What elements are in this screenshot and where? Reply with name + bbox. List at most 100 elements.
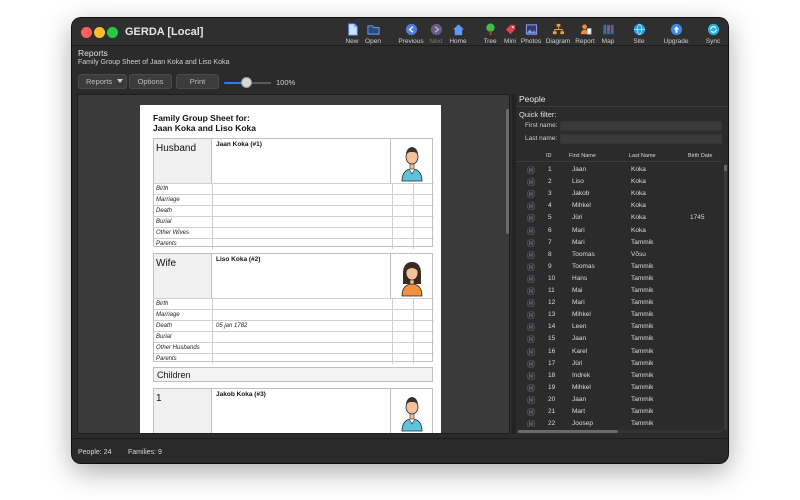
zoom-value: 100%	[276, 78, 296, 87]
report-toolbar: Reports Options Print 100%	[72, 72, 512, 92]
table-row[interactable]: Ⓜ 19 Mihkel Tammik	[516, 382, 722, 394]
gender-icon: Ⓜ	[527, 274, 535, 284]
table-row[interactable]: Ⓜ 1 Jaan Koka	[516, 164, 722, 176]
zoom-window-button[interactable]	[107, 27, 118, 38]
status-bar: People: 24 Families: 9	[72, 438, 728, 463]
last-name-filter-input[interactable]	[560, 134, 722, 144]
reports-dropdown[interactable]: Reports	[78, 74, 127, 89]
map-icon	[602, 24, 614, 35]
cell-last-name: Koka	[631, 178, 646, 186]
gender-icon: Ⓜ	[527, 347, 535, 357]
column-header-birth-date[interactable]: Birth Date	[688, 153, 712, 159]
table-row[interactable]: Ⓜ 17 Jüri Tammik	[516, 358, 722, 370]
column-header-id[interactable]: ID	[546, 153, 552, 159]
gender-icon: Ⓜ	[527, 178, 535, 188]
table-row[interactable]: Ⓜ 15 Jaan Tammik	[516, 333, 722, 345]
cell-last-name: Tammik	[631, 287, 654, 294]
sheet-title: Family Group Sheet for: Jaan Koka and Li…	[153, 113, 256, 133]
people-table-hscroll[interactable]	[516, 430, 722, 433]
report-scrollbar[interactable]	[506, 109, 509, 234]
event-label: Burial	[156, 219, 172, 225]
people-table-vscroll[interactable]	[724, 165, 727, 430]
gender-icon: Ⓜ	[527, 335, 535, 345]
print-button[interactable]: Print	[176, 74, 219, 89]
cell-id: 19	[548, 383, 556, 391]
table-row[interactable]: Ⓜ 10 Hans Tammik	[516, 273, 722, 285]
toolbar-home-button[interactable]: Home	[440, 23, 476, 45]
report-preview-pane[interactable]: Family Group Sheet for: Jaan Koka and Li…	[77, 94, 510, 434]
toolbar-sync-button[interactable]: Sync	[695, 23, 728, 45]
table-row[interactable]: Ⓜ 5 Jüri Koka 1745	[516, 212, 722, 224]
gender-icon: Ⓜ	[527, 311, 535, 321]
zoom-slider-knob[interactable]	[241, 77, 252, 88]
table-row[interactable]: Ⓜ 6 Mari Koka	[516, 225, 722, 237]
cell-id: 20	[548, 395, 556, 403]
table-row[interactable]: Ⓜ 4 Mihkel Koka	[516, 200, 722, 212]
column-header-last-name[interactable]: Last Name	[629, 153, 656, 159]
event-label: Marriage	[156, 312, 180, 318]
page-title: Reports	[78, 48, 108, 58]
gender-icon: Ⓜ	[527, 226, 535, 236]
table-row[interactable]: Ⓜ 16 Karel Tammik	[516, 346, 722, 358]
table-row[interactable]: Ⓜ 13 Mihkel Tammik	[516, 309, 722, 321]
hscroll-knob[interactable]	[518, 430, 618, 433]
cell-id: 18	[548, 371, 556, 379]
event-value: 05 jan 1782	[216, 323, 248, 329]
first-name-filter-input[interactable]	[560, 121, 722, 131]
toolbar-home-label: Home	[449, 38, 467, 45]
husband-avatar	[390, 139, 432, 183]
gender-icon: Ⓜ	[527, 420, 535, 427]
table-row[interactable]: Ⓜ 7 Mari Tammik	[516, 237, 722, 249]
table-row[interactable]: Ⓜ 18 Indrek Tammik	[516, 370, 722, 382]
cell-id: 17	[548, 359, 556, 367]
table-row[interactable]: Ⓜ 22 Joosep Tammik	[516, 418, 722, 427]
cell-last-name: Koka	[631, 202, 646, 210]
table-row[interactable]: Ⓜ 11 Mai Tammik	[516, 285, 722, 297]
child-section: 1 Jakob Koka (#3)	[153, 388, 433, 433]
cell-last-name: Tammik	[631, 371, 654, 379]
cell-id: 13	[548, 311, 556, 319]
chevron-down-icon	[117, 79, 123, 83]
table-row[interactable]: Ⓜ 3 Jakob Koka	[516, 188, 722, 200]
event-label: Death	[156, 208, 173, 214]
toolbar-open-button[interactable]: Open	[355, 23, 391, 45]
table-row[interactable]: Ⓜ 20 Jaan Tammik	[516, 394, 722, 406]
cell-first-name: Hans	[572, 274, 588, 282]
event-label: Birth	[156, 301, 169, 307]
child-number-cell: 1	[154, 389, 212, 433]
toolbar-upgrade-button[interactable]: Upgrade	[658, 23, 694, 45]
wife-other-husbands-row: Other Husbands	[154, 342, 434, 353]
cell-last-name: Tammik	[631, 420, 654, 427]
gender-icon: Ⓜ	[527, 166, 535, 175]
table-row[interactable]: Ⓜ 2 Liso Koka	[516, 176, 722, 188]
cell-last-name: Tammik	[631, 274, 654, 282]
toolbar-site-label: Site	[633, 38, 645, 45]
table-row[interactable]: Ⓜ 9 Toomas Tammik	[516, 261, 722, 273]
cell-last-name: Tammik	[631, 299, 654, 307]
male-avatar-icon	[401, 147, 423, 182]
minimize-window-button[interactable]	[94, 27, 105, 38]
cell-first-name: Jüri	[572, 359, 583, 367]
options-button[interactable]: Options	[129, 74, 172, 89]
table-row[interactable]: Ⓜ 21 Mart Tammik	[516, 406, 722, 418]
gender-icon: Ⓜ	[527, 371, 535, 381]
wife-avatar	[390, 254, 432, 298]
toolbar-site-button[interactable]: Site	[621, 23, 657, 45]
wife-name: Liso Koka (#2)	[216, 256, 261, 263]
cell-last-name: Tammik	[631, 262, 654, 270]
vscroll-knob[interactable]	[724, 165, 727, 171]
app-window: GERDA [Local] New Open Previous Next Hom…	[72, 18, 728, 463]
column-header-first-name[interactable]: First Name	[569, 153, 596, 159]
cell-id: 15	[548, 335, 556, 343]
close-window-button[interactable]	[81, 27, 92, 38]
table-row[interactable]: Ⓜ 14 Leen Tammik	[516, 321, 722, 333]
gender-icon: Ⓜ	[527, 250, 535, 260]
wife-death-row: Death 05 jan 1782	[154, 320, 434, 331]
table-row[interactable]: Ⓜ 8 Toomas Võsu	[516, 249, 722, 261]
home-icon	[452, 24, 464, 36]
title-bar: GERDA [Local] New Open Previous Next Hom…	[72, 18, 728, 46]
reports-dropdown-label: Reports	[86, 77, 113, 86]
first-name-label: First name:	[525, 122, 558, 129]
gender-icon: Ⓜ	[527, 214, 535, 224]
table-row[interactable]: Ⓜ 12 Mari Tammik	[516, 297, 722, 309]
